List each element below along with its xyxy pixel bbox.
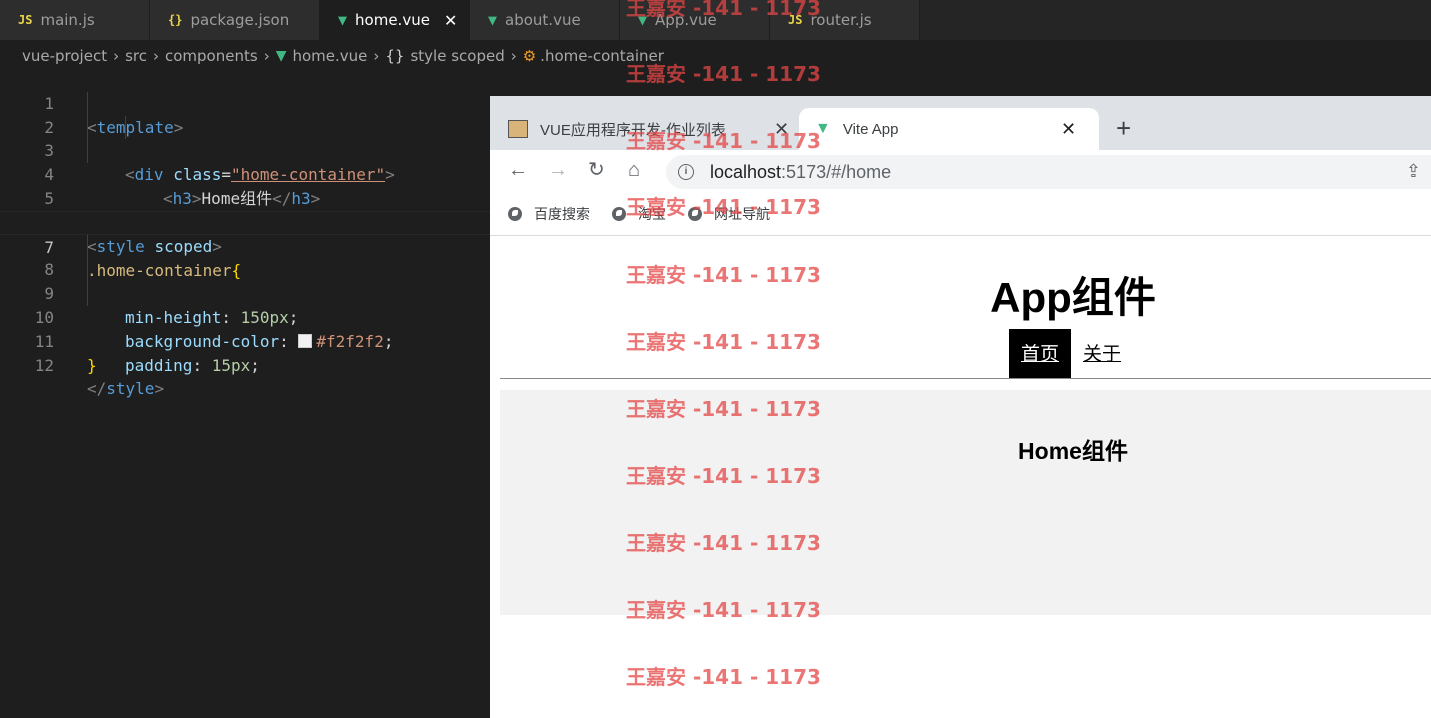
browser-tab-title: Vite App <box>842 120 899 138</box>
vue-file-icon: ▼ <box>638 11 648 29</box>
editor-tab-router-js[interactable]: JS router.js <box>770 0 920 40</box>
bookmark-label: 百度搜索 <box>534 205 590 222</box>
editor-tab-about-vue[interactable]: ▼ about.vue <box>470 0 620 40</box>
page-content: App组件 首页 关于 Home组件 <box>490 236 1431 718</box>
breadcrumb-item[interactable]: home.vue <box>292 47 367 65</box>
vue-file-icon: ▼ <box>338 11 348 29</box>
close-icon[interactable]: ✕ <box>444 11 457 30</box>
code-line: 5 </template> <box>0 163 490 232</box>
tab-label: about.vue <box>505 11 581 29</box>
browser-window: VUE应用程序开发-作业列表 ✕ ▼ Vite App ✕ + ← → ↻ ⌂ … <box>490 96 1431 718</box>
bookmark-label: 网址导航 <box>714 205 770 222</box>
editor-tab-home-vue[interactable]: ▼ home.vue ✕ <box>320 0 470 40</box>
bookmarks-bar: 百度搜索 淘宝 网址导航 <box>490 192 1431 236</box>
forward-arrow-icon[interactable]: → <box>548 158 568 182</box>
browser-tab-strip: VUE应用程序开发-作业列表 ✕ ▼ Vite App ✕ + <box>490 96 1431 150</box>
code-line: 1 <template> <box>0 68 490 137</box>
bookmark-site-nav[interactable]: 网址导航 <box>688 204 770 224</box>
reload-icon[interactable]: ↻ <box>588 158 605 182</box>
chevron-right-icon: › <box>113 47 120 65</box>
code-line: 10 padding: 15px; <box>0 282 490 375</box>
home-icon[interactable]: ⌂ <box>628 158 640 182</box>
home-heading: Home组件 <box>1018 438 1128 464</box>
tab-label: router.js <box>810 11 872 29</box>
app-heading: App组件 <box>990 274 1156 321</box>
code-line: 8 min-height: 150px; <box>0 234 490 327</box>
chevron-right-icon: › <box>153 47 159 65</box>
new-tab-button[interactable]: + <box>1116 114 1131 142</box>
tab-label: package.json <box>190 11 290 29</box>
editor-tab-package-json[interactable]: {} package.json <box>150 0 320 40</box>
close-icon[interactable]: ✕ <box>1061 119 1076 140</box>
bookmark-label: 淘宝 <box>638 205 666 222</box>
editor-tab-bar: JS main.js {} package.json ▼ home.vue ✕ … <box>0 0 1431 40</box>
browser-toolbar: ← → ↻ ⌂ i localhost:5173/#/home ⇪ <box>490 150 1431 192</box>
breadcrumb-item[interactable]: style scoped <box>410 47 504 65</box>
share-icon[interactable]: ⇪ <box>1406 161 1421 182</box>
editor-tab-app-vue[interactable]: ▼ App.vue <box>620 0 770 40</box>
class-symbol-icon: ⚙ <box>522 47 537 65</box>
code-line: 9 background-color: #f2f2f2; <box>0 258 490 351</box>
url-text[interactable]: localhost:5173/#/home <box>710 162 891 183</box>
vue-file-icon: ▼ <box>488 11 498 29</box>
globe-icon <box>688 206 702 221</box>
tab-label: home.vue <box>355 11 430 29</box>
code-line-current: 7 .home-container{ <box>0 210 490 280</box>
close-icon[interactable]: ✕ <box>774 119 789 140</box>
breadcrumb-item[interactable]: src <box>125 47 147 65</box>
home-container: Home组件 <box>500 390 1431 615</box>
line-number: 12 <box>34 355 54 375</box>
javascript-file-icon: JS <box>18 13 33 27</box>
chevron-right-icon: › <box>373 47 380 65</box>
nav-link-home[interactable]: 首页 <box>1009 329 1072 379</box>
globe-icon <box>612 206 626 221</box>
browser-tab-homework-list[interactable]: VUE应用程序开发-作业列表 ✕ <box>508 108 798 150</box>
globe-icon <box>508 206 522 221</box>
code-line: 2 <div class="home-container"> <box>0 91 490 184</box>
code-token: padding <box>125 355 193 375</box>
code-line: 11 } <box>0 306 490 375</box>
browser-tab-title: VUE应用程序开发-作业列表 <box>540 121 726 139</box>
chevron-right-icon: › <box>263 47 270 65</box>
address-bar[interactable]: i localhost:5173/#/home ⇪ <box>666 155 1431 189</box>
code-line: 6 <style scoped> <box>0 187 490 256</box>
tab-label: App.vue <box>655 11 717 29</box>
site-favicon-icon <box>508 120 528 138</box>
breadcrumb-item[interactable]: vue-project <box>22 47 107 65</box>
divider <box>500 378 1431 379</box>
bookmark-baidu[interactable]: 百度搜索 <box>508 204 590 224</box>
browser-tab-vite-app[interactable]: ▼ Vite App ✕ <box>799 108 1099 150</box>
nav-link-about[interactable]: 关于 <box>1071 329 1133 379</box>
code-editor[interactable]: 1 <template> 2 <div class="home-containe… <box>0 68 490 399</box>
json-file-icon: {} <box>168 13 183 27</box>
site-info-icon[interactable]: i <box>678 164 694 180</box>
vue-file-icon: ▼ <box>275 48 287 64</box>
vue-logo-icon: ▼ <box>815 120 831 137</box>
breadcrumb-item[interactable]: .home-container <box>540 47 664 65</box>
code-token: style <box>106 379 155 399</box>
breadcrumb-item[interactable]: components <box>165 47 258 65</box>
tab-label: main.js <box>40 11 95 29</box>
editor-tab-main-js[interactable]: JS main.js <box>0 0 150 40</box>
chevron-right-icon: › <box>510 47 517 65</box>
code-line: 3 <h3>Home组件</h3> <box>0 115 490 208</box>
bookmark-taobao[interactable]: 淘宝 <box>612 204 666 224</box>
javascript-file-icon: JS <box>788 13 803 27</box>
code-line: 4 </div> <box>0 139 490 232</box>
code-token: 15px <box>211 355 251 375</box>
router-nav: 首页 关于 <box>1009 329 1133 379</box>
code-line: 12 </style> <box>0 330 490 399</box>
back-arrow-icon[interactable]: ← <box>508 158 528 182</box>
braces-icon: {} <box>385 47 405 65</box>
